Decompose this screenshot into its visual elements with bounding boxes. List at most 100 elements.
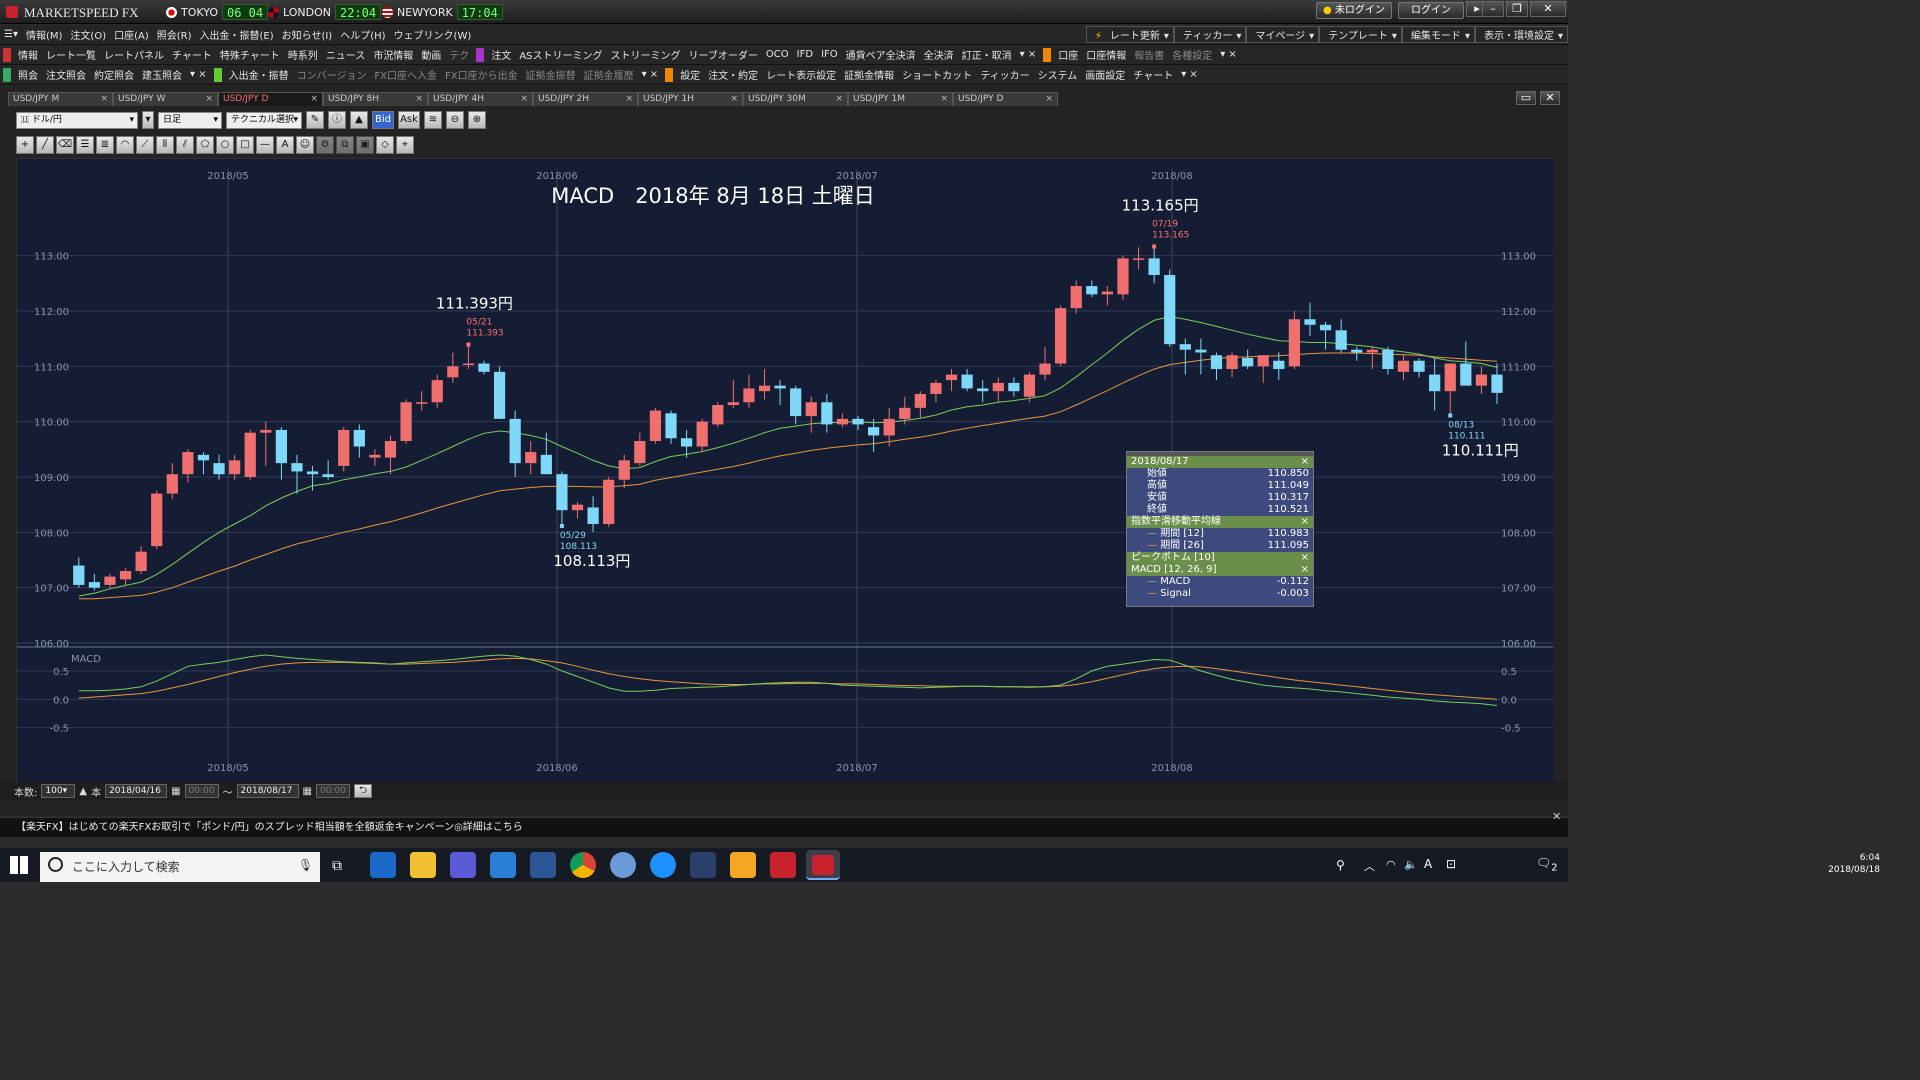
- launch-deposit[interactable]: FX口座へ入金: [370, 67, 441, 82]
- count-select[interactable]: 100▾: [41, 784, 76, 798]
- mypage-dropdown[interactable]: マイページ ▾: [1246, 26, 1320, 43]
- tab-usdjpy-w[interactable]: USD/JPY W ×: [113, 92, 218, 106]
- launch-chart[interactable]: チャート: [168, 47, 216, 62]
- to-time-input[interactable]: 00:00: [315, 784, 350, 798]
- system-menu-icon[interactable]: ☰▾: [0, 29, 22, 40]
- close-tab-icon[interactable]: ×: [835, 93, 843, 106]
- template-dropdown[interactable]: テンプレート ▾: [1319, 26, 1402, 43]
- count-stepper-icon[interactable]: ▲: [79, 786, 87, 797]
- menu-help[interactable]: ヘルプ(H): [336, 27, 389, 42]
- tab-usdjpy-1h[interactable]: USD/JPY 1H ×: [638, 92, 743, 106]
- close-window-icon[interactable]: ✕: [1530, 1, 1566, 17]
- launch-rate-panel[interactable]: レートパネル: [100, 47, 168, 62]
- erase-all-icon[interactable]: ◇: [376, 136, 394, 154]
- close-tab-icon[interactable]: ×: [520, 93, 528, 106]
- launch-special-chart[interactable]: 特殊チャート: [216, 47, 284, 62]
- query-group-dropdown[interactable]: ▾ ×: [186, 69, 211, 80]
- close-icon[interactable]: ×: [1301, 564, 1309, 576]
- edge-icon[interactable]: [650, 852, 676, 878]
- launch-order-execution-settings[interactable]: 注文・約定: [704, 67, 762, 82]
- windows-start-icon[interactable]: [10, 856, 28, 874]
- display-settings-dropdown[interactable]: 表示・環境設定 ▾: [1474, 26, 1568, 43]
- launch-margin-history[interactable]: 証拠金履歴: [580, 67, 638, 82]
- close-tab-icon[interactable]: ×: [1045, 93, 1053, 106]
- launch-leave-order[interactable]: リーブオーダー: [685, 47, 762, 62]
- from-date-input[interactable]: 2018/04/16: [105, 784, 168, 798]
- microphone-icon[interactable]: 🎙: [298, 858, 313, 872]
- window-app-icon[interactable]: [490, 852, 516, 878]
- pair-dropdown-icon[interactable]: ▾: [142, 111, 154, 129]
- fibonacci-icon[interactable]: ≣: [96, 136, 114, 154]
- launch-video[interactable]: 動画: [417, 47, 445, 62]
- launch-account-info[interactable]: 口座情報: [1082, 47, 1130, 62]
- chart-type-icon[interactable]: ▲: [350, 111, 368, 129]
- wifi-icon[interactable]: ◠: [1386, 858, 1396, 871]
- launch-all-settle[interactable]: 全決済: [920, 47, 958, 62]
- fib-arc-icon[interactable]: ◠: [116, 136, 134, 154]
- tab-usdjpy-4h[interactable]: USD/JPY 4H ×: [428, 92, 533, 106]
- tab-usdjpy-8h[interactable]: USD/JPY 8H ×: [323, 92, 428, 106]
- order-group-dropdown[interactable]: ▾ ×: [1016, 49, 1041, 60]
- tab-usdjpy-m[interactable]: USD/JPY M ×: [8, 92, 113, 106]
- minimize-icon[interactable]: –: [1482, 1, 1504, 17]
- technical-select[interactable]: テクニカル選択: [226, 111, 302, 129]
- settings-group-dropdown[interactable]: ▾ ×: [1177, 69, 1202, 80]
- feather-app-icon[interactable]: [690, 852, 716, 878]
- news-ticker[interactable]: 【楽天FX】はじめての楽天FXお取引で「ポンド/円」のスプレッド相当額を全額返金…: [0, 817, 1568, 837]
- zoom-out-icon[interactable]: ⊖: [446, 111, 464, 129]
- launch-report[interactable]: 報告書: [1130, 47, 1168, 62]
- launch-order-query[interactable]: 注文照会: [42, 67, 90, 82]
- launch-news[interactable]: ニュース: [322, 47, 370, 62]
- notification-icon[interactable]: 🗨2: [1536, 856, 1558, 873]
- launch-shortcut[interactable]: ショートカット: [898, 67, 976, 82]
- trendline-icon[interactable]: ╱: [36, 136, 54, 154]
- login-status-button[interactable]: ● 未ログイン: [1316, 2, 1392, 19]
- account-group-dropdown[interactable]: ▾ ×: [1216, 49, 1241, 60]
- launch-technical[interactable]: テク: [445, 47, 473, 62]
- maximize-icon[interactable]: ❐: [1506, 1, 1528, 17]
- ime-indicator[interactable]: A: [1424, 857, 1432, 871]
- refresh-range-icon[interactable]: ⮌: [353, 784, 372, 798]
- copy-disabled-icon[interactable]: ⧉: [336, 136, 354, 154]
- close-news-icon[interactable]: ✕: [1552, 810, 1561, 823]
- tab-usdjpy-d[interactable]: USD/JPY D ×: [218, 92, 323, 106]
- tab-usdjpy-30m[interactable]: USD/JPY 30M ×: [743, 92, 848, 106]
- people-icon[interactable]: ⚲: [1336, 858, 1345, 872]
- marketspeed-fx-active-icon[interactable]: [806, 850, 840, 880]
- info-icon[interactable]: ⓘ: [328, 111, 346, 129]
- menu-account[interactable]: 口座(A): [110, 27, 153, 42]
- period-select[interactable]: 日足: [158, 111, 222, 129]
- menu-info[interactable]: 情報(M): [22, 27, 66, 42]
- launch-system[interactable]: システム: [1034, 67, 1082, 82]
- circle-icon[interactable]: ○: [216, 136, 234, 154]
- ime-mode-icon[interactable]: ⊡: [1446, 857, 1456, 871]
- tab-usdjpy-1m[interactable]: USD/JPY 1M ×: [848, 92, 953, 106]
- rectangle-icon[interactable]: □: [236, 136, 254, 154]
- ask-button[interactable]: Ask: [398, 111, 420, 129]
- close-tab-icon[interactable]: ×: [625, 93, 633, 106]
- menu-weblink[interactable]: ウェブリンク(W): [390, 27, 476, 42]
- close-tab-icon[interactable]: ×: [940, 93, 948, 106]
- eraser-icon[interactable]: ⌫: [56, 136, 74, 154]
- word-icon[interactable]: [530, 852, 556, 878]
- settings-disabled-icon[interactable]: ⚙: [316, 136, 334, 154]
- close-chart-icon[interactable]: ✕: [1540, 91, 1560, 105]
- rate-update-button[interactable]: ⚡ レート更新 ▾: [1085, 26, 1174, 43]
- launch-withdraw[interactable]: FX口座から出金: [441, 67, 522, 82]
- pen-icon[interactable]: ✎: [306, 111, 324, 129]
- launch-as-streaming[interactable]: ASストリーミング: [515, 47, 606, 62]
- close-icon[interactable]: ×: [1301, 552, 1309, 564]
- launch-chart-settings[interactable]: チャート: [1129, 67, 1177, 82]
- close-tab-icon[interactable]: ×: [415, 93, 423, 106]
- indicator-icon[interactable]: ≋: [424, 111, 442, 129]
- close-icon[interactable]: ×: [1301, 516, 1309, 528]
- data-info-panel[interactable]: 2018/08/17 × 始値 110.850 高値 111.049 安値 110.31…: [1126, 451, 1314, 607]
- launch-screen-settings[interactable]: 画面設定: [1081, 67, 1129, 82]
- app-icon[interactable]: [610, 852, 636, 878]
- file-explorer-icon[interactable]: [410, 852, 436, 878]
- currency-pair-select[interactable]: 🇺 ドル/円: [16, 111, 138, 129]
- launch-ifo[interactable]: IFO: [817, 49, 842, 60]
- volume-icon[interactable]: 🔈: [1404, 858, 1418, 871]
- candlestick-chart[interactable]: 2018/05 2018/05 2018/06 2018/06 2018/07 2018/…: [16, 158, 1553, 783]
- launch-market-info[interactable]: 市況情報: [369, 47, 417, 62]
